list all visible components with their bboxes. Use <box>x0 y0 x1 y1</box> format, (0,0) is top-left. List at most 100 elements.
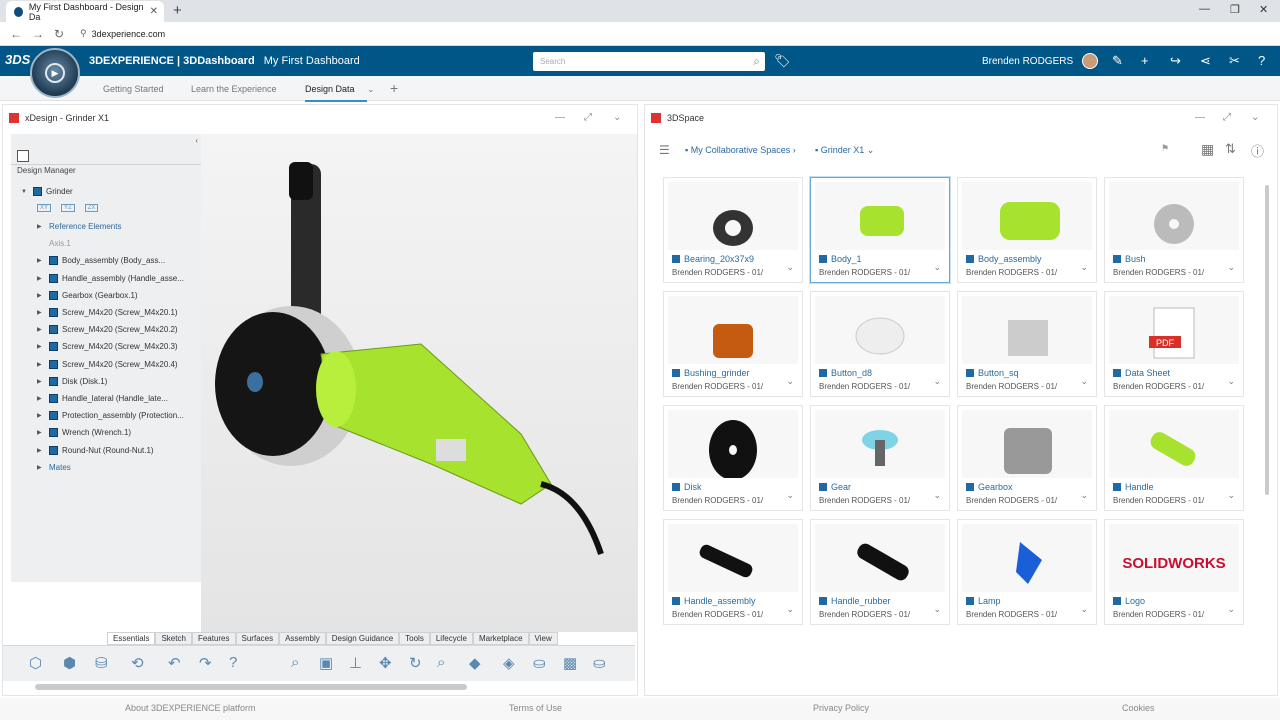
expand-icon[interactable]: ▶ <box>37 343 45 350</box>
card-menu-chevron-icon[interactable]: ⌄ <box>933 262 941 273</box>
card-menu-chevron-icon[interactable]: ⌄ <box>1227 490 1235 501</box>
expand-icon[interactable]: ▼ <box>21 189 29 195</box>
content-card[interactable]: Button_d8 Brenden RODGERS - 01/ ⌄ <box>810 291 950 397</box>
expand-icon[interactable]: ▶ <box>37 309 45 316</box>
rotate-icon[interactable]: ↻ <box>409 654 422 672</box>
card-thumbnail[interactable] <box>815 524 945 592</box>
cmd-tab[interactable]: Surfaces <box>235 632 280 645</box>
cmd-tab[interactable]: Marketplace <box>472 632 529 645</box>
card-menu-chevron-icon[interactable]: ⌄ <box>786 604 794 615</box>
expand-icon[interactable]: ▶ <box>37 429 45 436</box>
cmd-tab[interactable]: Sketch <box>155 632 192 645</box>
content-card[interactable]: Bushing_grinder Brenden RODGERS - 01/ ⌄ <box>663 291 803 397</box>
plane-yz-icon[interactable]: YZ <box>61 204 75 212</box>
card-name[interactable]: Disk <box>672 482 702 492</box>
tree-node[interactable]: ▶ Screw_M4x20 (Screw_M4x20.4) <box>37 359 178 369</box>
card-thumbnail[interactable] <box>962 410 1092 478</box>
search-icon[interactable]: ⌕ <box>753 54 760 69</box>
search-input[interactable]: Search ⌕ <box>533 52 765 71</box>
minimize-window-icon[interactable]: — <box>1199 3 1210 15</box>
card-name[interactable]: Gearbox <box>966 482 1013 492</box>
card-thumbnail[interactable]: PDF <box>1109 296 1239 364</box>
save-icon[interactable]: ⛁ <box>95 654 108 672</box>
tree-node[interactable]: ▶ Screw_M4x20 (Screw_M4x20.2) <box>37 325 178 335</box>
tree-node[interactable]: ▶ Body_assembly (Body_ass... <box>37 256 165 266</box>
content-card[interactable]: Bearing_20x37x9 Brenden RODGERS - 01/ ⌄ <box>663 177 803 283</box>
add-icon[interactable]: + <box>1141 53 1149 68</box>
card-name[interactable]: Button_sq <box>966 368 1019 378</box>
redo-icon[interactable]: ↷ <box>199 654 212 672</box>
cmd-tab[interactable]: Features <box>191 632 236 645</box>
menu-icon[interactable]: ☰ <box>659 143 670 157</box>
card-name[interactable]: Body_assembly <box>966 254 1042 264</box>
card-name[interactable]: Bush <box>1113 254 1146 264</box>
content-card[interactable]: Handle_assembly Brenden RODGERS - 01/ ⌄ <box>663 519 803 625</box>
display-style-icon[interactable]: ◆ <box>469 654 481 672</box>
tree-node[interactable]: ▶ Handle_lateral (Handle_late... <box>37 394 168 403</box>
cmd-tab[interactable]: Tools <box>399 632 430 645</box>
vertical-scrollbar[interactable] <box>1265 185 1269 495</box>
help-icon[interactable]: ? <box>1258 53 1265 68</box>
tree-node[interactable]: ▶ Handle_assembly (Handle_asse... <box>37 273 184 283</box>
card-menu-chevron-icon[interactable]: ⌄ <box>933 604 941 615</box>
tree-node[interactable]: ▶ Screw_M4x20 (Screw_M4x20.1) <box>37 308 178 317</box>
undo-icon[interactable]: ↶ <box>168 654 181 672</box>
widget-menu-icon[interactable]: ⌄ <box>1251 112 1259 123</box>
zoom-icon[interactable]: ⌕ <box>291 654 299 671</box>
card-thumbnail[interactable] <box>815 182 945 250</box>
tools-icon[interactable]: ✂ <box>1229 53 1240 69</box>
maximize-widget-icon[interactable]: ⤢ <box>1223 112 1231 123</box>
horizontal-scrollbar[interactable] <box>35 684 467 690</box>
tree-node[interactable]: ▶ Mates <box>37 463 71 472</box>
share-icon[interactable]: ↪ <box>1170 53 1181 69</box>
plane-xy-icon[interactable]: XY <box>37 204 52 212</box>
minimize-widget-icon[interactable]: — <box>1195 112 1205 123</box>
tag-icon[interactable]: 🏷 <box>774 53 791 69</box>
site-info-icon[interactable]: ⚲ <box>80 28 87 39</box>
minimize-widget-icon[interactable]: — <box>555 112 565 123</box>
component-icon[interactable]: ⬢ <box>63 654 76 672</box>
forward-icon[interactable]: → <box>32 27 44 41</box>
content-card[interactable]: Lamp Brenden RODGERS - 01/ ⌄ <box>957 519 1097 625</box>
card-name[interactable]: Bushing_grinder <box>672 368 750 378</box>
content-card[interactable]: Body_1 Brenden RODGERS - 01/ ⌄ <box>810 177 950 283</box>
card-name[interactable]: Lamp <box>966 596 1001 606</box>
tree-node[interactable]: ▶ Disk (Disk.1) <box>37 376 107 386</box>
maximize-window-icon[interactable]: ❐ <box>1230 3 1240 16</box>
expand-icon[interactable]: ▶ <box>37 378 45 385</box>
network-icon[interactable]: ⋖ <box>1200 53 1211 69</box>
card-name[interactable]: Handle <box>1113 482 1154 492</box>
card-thumbnail[interactable]: SOLIDWORKS <box>1109 524 1239 592</box>
tree-root[interactable]: ▼ Grinder <box>21 187 73 196</box>
cmd-tab[interactable]: Assembly <box>279 632 326 645</box>
card-menu-chevron-icon[interactable]: ⌄ <box>1227 376 1235 387</box>
card-name[interactable]: Bearing_20x37x9 <box>672 254 754 264</box>
expand-icon[interactable]: ▶ <box>37 361 45 368</box>
content-card[interactable]: Disk Brenden RODGERS - 01/ ⌄ <box>663 405 803 511</box>
card-thumbnail[interactable] <box>1109 182 1239 250</box>
cmd-tab[interactable]: View <box>528 632 558 645</box>
tab-design-data[interactable]: Design Data <box>305 84 366 102</box>
browser-tab[interactable]: My First Dashboard - Design Da ✕ <box>6 1 164 22</box>
tree-view-icon[interactable] <box>17 150 29 162</box>
expand-icon[interactable]: ▶ <box>37 326 45 333</box>
sort-icon[interactable]: ⇅ <box>1225 141 1236 157</box>
footer-about-link[interactable]: About 3DEXPERIENCE platform <box>125 703 256 713</box>
back-icon[interactable]: ← <box>10 27 22 41</box>
card-thumbnail[interactable] <box>668 524 798 592</box>
tab-menu-chevron-icon[interactable]: ⌄ <box>367 84 375 95</box>
tree-node[interactable]: ▶ Protection_assembly (Protection... <box>37 411 184 421</box>
cmd-tab[interactable]: Essentials <box>107 632 156 645</box>
tree-node[interactable]: ▶ Gearbox (Gearbox.1) <box>37 290 138 300</box>
close-window-icon[interactable]: ✕ <box>1259 3 1268 16</box>
reload-icon[interactable]: ↻ <box>54 27 64 41</box>
expand-icon[interactable]: ▶ <box>37 395 45 402</box>
card-menu-chevron-icon[interactable]: ⌄ <box>1227 262 1235 273</box>
compass-icon[interactable]: ▶ <box>30 48 80 98</box>
add-tab-button[interactable]: + <box>390 80 398 96</box>
footer-cookies-link[interactable]: Cookies <box>1122 703 1155 713</box>
tree-node[interactable]: Axis.1 <box>37 239 71 248</box>
expand-icon[interactable]: ▶ <box>37 257 45 264</box>
expand-icon[interactable]: ▶ <box>37 412 45 419</box>
card-thumbnail[interactable] <box>815 410 945 478</box>
